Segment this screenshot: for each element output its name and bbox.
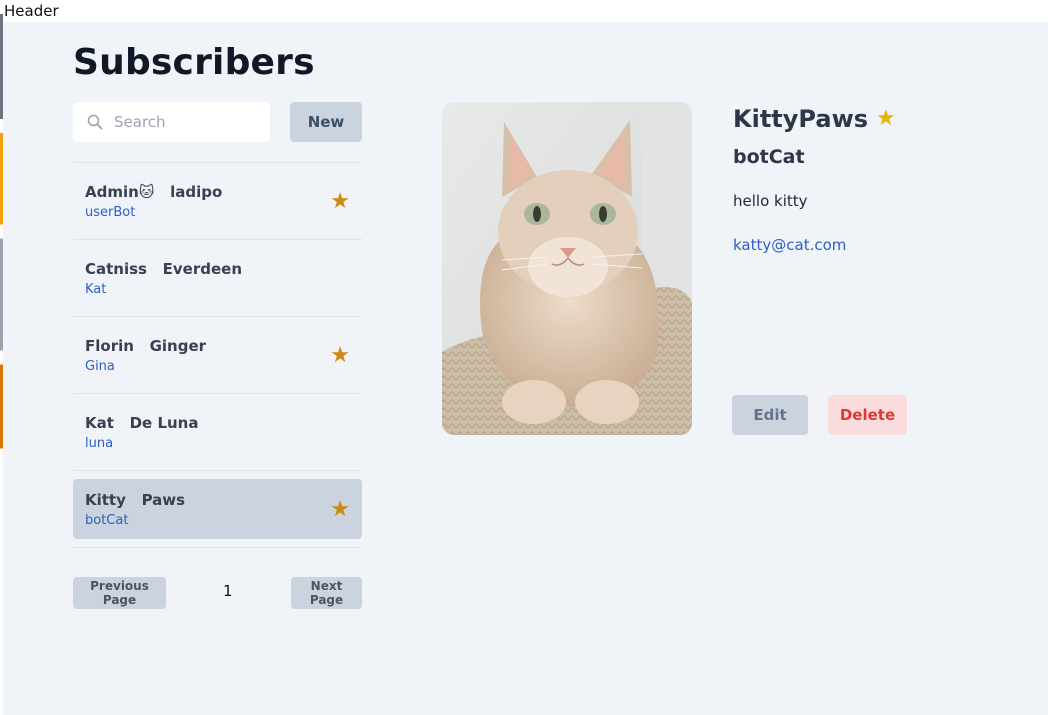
favorite-star-icon: ★: [330, 188, 350, 213]
subscriber-item-kitty[interactable]: Kitty Paws botCat ★: [73, 471, 362, 548]
header-label: Header: [4, 2, 59, 20]
subscriber-name: Admin🐱 ladipo: [85, 183, 350, 201]
subscriber-detail: Kitty Paws ★ botCat hello kitty katty@cat…: [733, 102, 1033, 254]
detail-bio: hello kitty: [733, 192, 808, 210]
first-name: Admin🐱: [85, 183, 155, 201]
subscriber-item-florin[interactable]: Florin Ginger Gina ★: [73, 317, 362, 394]
last-name: De Luna: [129, 414, 199, 432]
detail-first-name: Kitty: [733, 105, 799, 133]
first-name: Kat: [85, 414, 114, 432]
subscriber-name: Catniss Everdeen: [85, 260, 350, 278]
last-name: Everdeen: [162, 260, 243, 278]
last-name: ladipo: [170, 183, 223, 201]
search-box[interactable]: [73, 102, 270, 142]
search-input[interactable]: [112, 112, 266, 132]
first-name: Kitty: [85, 491, 126, 509]
subscriber-name: Kitty Paws: [85, 491, 350, 509]
new-button[interactable]: New: [290, 102, 362, 142]
search-icon: [87, 114, 103, 130]
delete-button[interactable]: Delete: [828, 395, 907, 435]
subscriber-handle: botCat: [85, 513, 129, 528]
subscriber-handle: userBot: [85, 205, 136, 220]
detail-name: Kitty Paws ★: [733, 102, 1033, 136]
favorite-star-icon: ★: [330, 342, 350, 367]
next-page-button[interactable]: Next Page: [291, 577, 362, 609]
first-name: Catniss: [85, 260, 147, 278]
last-name: Ginger: [149, 337, 207, 355]
pagination: Previous Page 1 Next Page: [73, 577, 362, 609]
subscriber-handle: Kat: [85, 282, 107, 297]
favorite-star-icon: ★: [330, 496, 350, 521]
subscriber-item-kat[interactable]: Kat De Luna luna: [73, 394, 362, 471]
subscriber-handle: luna: [85, 436, 114, 451]
detail-last-name: Paws: [798, 105, 869, 133]
subscriber-name: Florin Ginger: [85, 337, 350, 355]
main-panel: Subscribers New Admin🐱 ladipo userBot ★ …: [3, 22, 1048, 715]
subscriber-name: Kat De Luna: [85, 414, 350, 432]
subscriber-photo: [442, 102, 692, 435]
page-number: 1: [223, 582, 233, 600]
first-name: Florin: [85, 337, 134, 355]
cat-photo: [442, 102, 692, 435]
page-title: Subscribers: [73, 42, 315, 83]
detail-handle: botCat: [733, 146, 805, 168]
subscriber-item-catniss[interactable]: Catniss Everdeen Kat: [73, 240, 362, 317]
detail-email-link[interactable]: katty@cat.com: [733, 236, 1033, 254]
favorite-toggle-star-icon[interactable]: ★: [876, 102, 896, 136]
edit-button[interactable]: Edit: [732, 395, 808, 435]
previous-page-button[interactable]: Previous Page: [73, 577, 166, 609]
last-name: Paws: [141, 491, 186, 509]
subscriber-item-admin[interactable]: Admin🐱 ladipo userBot ★: [73, 163, 362, 240]
subscriber-handle: Gina: [85, 359, 115, 374]
subscriber-list: Admin🐱 ladipo userBot ★ Catniss Everdeen…: [73, 162, 362, 548]
